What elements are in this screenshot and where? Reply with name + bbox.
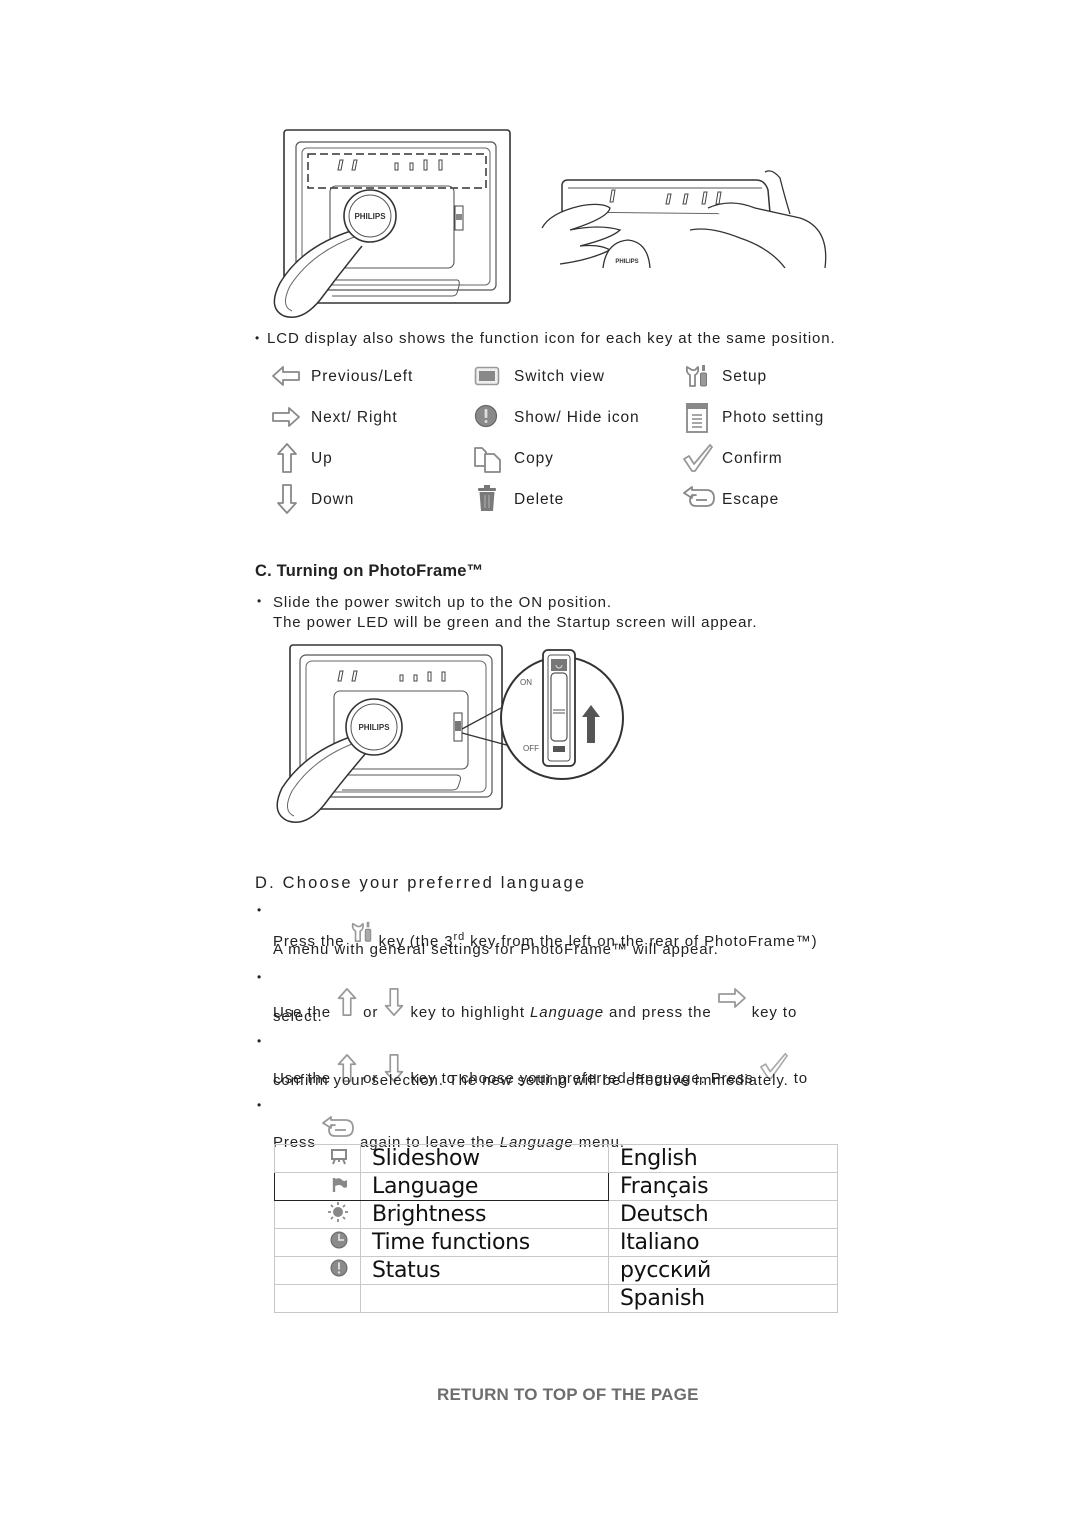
arrow-right-icon <box>717 988 746 1008</box>
bullet: • <box>257 1034 262 1048</box>
switch-off-label: OFF <box>523 744 539 753</box>
arrow-up-icon <box>277 443 297 473</box>
section-c-heading: C. Turning on PhotoFrame™ <box>255 562 484 580</box>
language-option[interactable]: English <box>608 1144 838 1173</box>
key-label: Escape <box>722 491 780 508</box>
step-3-line2: confirm your selection. The new setting … <box>273 1072 789 1089</box>
menu-item-label: Slideshow <box>360 1144 609 1173</box>
section-d-heading: D. Choose your preferred language <box>255 874 587 892</box>
key-label: Next/ Right <box>311 409 398 426</box>
arrow-up-icon <box>337 988 357 1016</box>
language-option[interactable]: Italiano <box>608 1228 838 1257</box>
setup-icon <box>685 365 707 387</box>
menu-item-label: Language <box>360 1172 609 1201</box>
clock-icon <box>330 1231 348 1249</box>
brightness-icon <box>328 1201 348 1222</box>
language-option[interactable]: Français <box>608 1172 838 1201</box>
menu-item-label: Status <box>360 1256 609 1285</box>
language-option[interactable]: Deutsch <box>608 1200 838 1229</box>
section-c-line1: Slide the power switch up to the ON posi… <box>273 594 612 611</box>
menu-row-selected[interactable]: Language Français <box>274 1172 838 1201</box>
switch-on-label: ON <box>520 678 532 687</box>
key-label: Up <box>311 450 333 467</box>
info-icon <box>474 404 498 428</box>
return-to-top-link[interactable]: RETURN TO TOP OF THE PAGE <box>437 1385 699 1405</box>
key-label: Switch view <box>514 368 605 385</box>
arrow-down-icon <box>277 484 297 514</box>
key-label: Previous/Left <box>311 368 414 385</box>
escape-icon <box>322 1116 354 1137</box>
escape-icon <box>683 486 715 507</box>
settings-menu-table: Slideshow English Language Français Brig… <box>274 1144 838 1313</box>
flag-icon <box>332 1178 347 1192</box>
section-c-line2: The power LED will be green and the Star… <box>273 614 758 631</box>
bullet: • <box>257 594 262 608</box>
brand-logo: PHILIPS <box>615 259 638 265</box>
key-label: Down <box>311 491 355 508</box>
menu-row[interactable]: Time functions Italiano <box>274 1228 838 1257</box>
frame-back-illustration: PHILIPS <box>273 129 511 318</box>
menu-row[interactable]: Slideshow English <box>274 1144 838 1173</box>
key-label: Photo setting <box>722 409 825 426</box>
brand-logo: PHILIPS <box>358 723 390 732</box>
menu-row[interactable]: Spanish <box>274 1284 838 1313</box>
frame-hands-illustration: PHILIPS <box>541 170 827 269</box>
key-label: Copy <box>514 450 554 467</box>
language-option[interactable]: русский <box>608 1256 838 1285</box>
menu-row[interactable]: Brightness Deutsch <box>274 1200 838 1229</box>
step-1-line2: A menu with general settings for PhotoFr… <box>273 941 719 958</box>
brand-logo: PHILIPS <box>354 212 386 221</box>
copy-icon <box>474 447 501 473</box>
key-label: Confirm <box>722 450 783 467</box>
arrow-down-icon <box>385 988 404 1016</box>
language-option[interactable]: Spanish <box>608 1284 838 1313</box>
power-switch-illustration: PHILIPS ON OFF <box>276 644 624 823</box>
menu-row[interactable]: Status русский <box>274 1256 838 1285</box>
step-2-line1: Use the or key to highlight Language and… <box>273 987 797 1023</box>
key-label: Delete <box>514 491 565 508</box>
switch-view-icon <box>474 366 500 386</box>
intro-text: LCD display also shows the function icon… <box>267 330 836 347</box>
bullet: • <box>257 1098 262 1112</box>
menu-item-label <box>360 1284 609 1313</box>
arrow-left-icon <box>272 366 300 386</box>
trash-icon <box>478 485 496 511</box>
bullet: • <box>257 970 262 984</box>
key-label: Show/ Hide icon <box>514 409 640 426</box>
status-icon <box>330 1259 348 1277</box>
bullet: • <box>257 903 262 917</box>
step-2-line2: select. <box>273 1008 323 1025</box>
menu-item-label: Time functions <box>360 1228 609 1257</box>
menu-item-label: Brightness <box>360 1200 609 1229</box>
checkmark-icon <box>683 444 713 472</box>
photo-setting-icon <box>686 403 708 433</box>
key-label: Setup <box>722 368 768 385</box>
bullet: • <box>255 331 260 345</box>
slideshow-icon <box>331 1149 347 1165</box>
arrow-right-icon <box>272 407 300 427</box>
